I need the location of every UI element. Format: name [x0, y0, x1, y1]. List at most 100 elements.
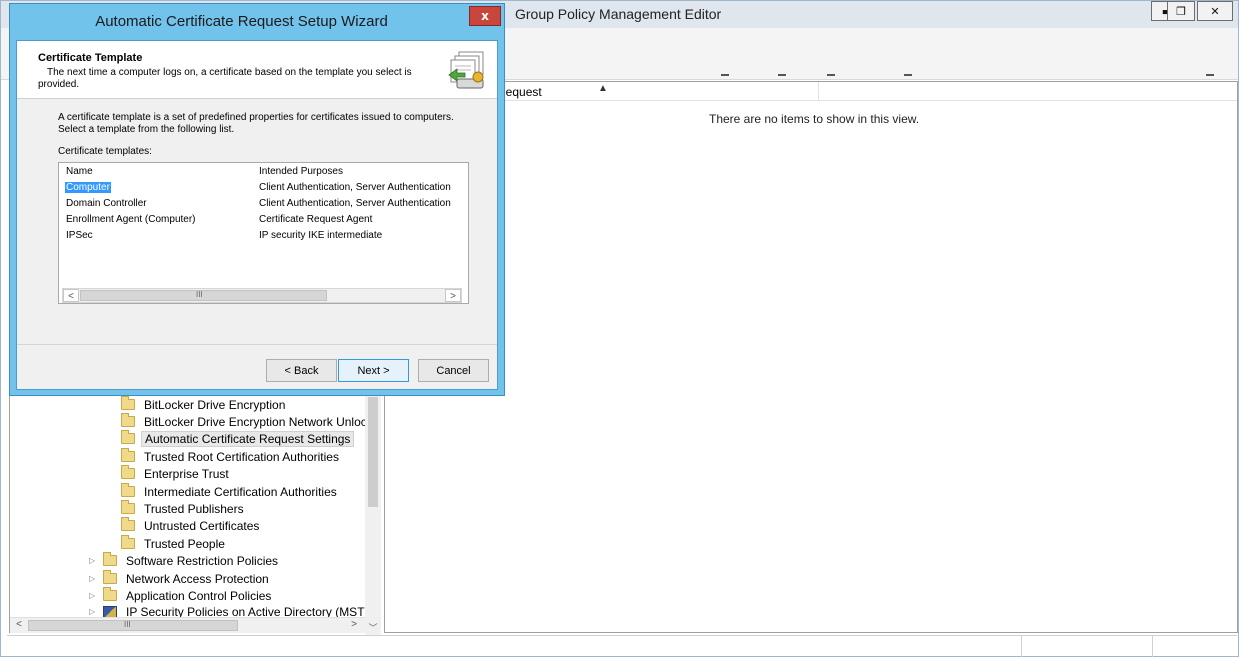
tree-item[interactable]: Trusted People [121, 535, 228, 552]
folder-icon [121, 517, 135, 531]
folder-icon [121, 396, 135, 410]
tree-item[interactable]: BitLocker Drive Encryption Network Unloc… [121, 413, 376, 430]
toolbar-separator [904, 74, 912, 76]
back-button[interactable]: < Back [266, 359, 337, 382]
ipsec-policy-icon [103, 605, 117, 618]
tree-item-label: BitLocker Drive Encryption Network Unloc… [144, 414, 373, 429]
status-divider [1152, 636, 1153, 657]
folder-icon [103, 587, 117, 601]
certificate-wizard-icon [448, 51, 484, 89]
tree-item-label: Trusted People [144, 536, 225, 551]
page-subheading: The next time a computer logs on, a cert… [38, 67, 438, 91]
tree-item[interactable]: ▷ Application Control Policies [89, 587, 274, 604]
templates-caption: Certificate templates: [58, 146, 152, 157]
close-button[interactable]: ✕ [1197, 1, 1233, 21]
status-divider [1021, 636, 1022, 657]
folder-icon [121, 413, 135, 427]
wizard-body: Certificate Template The next time a com… [16, 40, 498, 390]
certificate-request-wizard: Automatic Certificate Request Setup Wiza… [9, 3, 505, 396]
list-header: Request ▲ [385, 82, 1237, 101]
wizard-header: Certificate Template The next time a com… [17, 41, 497, 99]
tree-horizontal-scrollbar[interactable]: < III > [10, 617, 365, 633]
expand-arrow-icon[interactable]: ▷ [89, 591, 101, 600]
dialog-title: Automatic Certificate Request Setup Wiza… [95, 13, 388, 30]
sort-ascending-icon: ▲ [598, 83, 608, 94]
folder-icon [121, 500, 135, 514]
template-purposes: Certificate Request Agent [259, 214, 373, 225]
tree-item-label: Intermediate Certification Authorities [144, 484, 337, 499]
tree-item-label: Trusted Root Certification Authorities [144, 449, 339, 464]
page-heading: Certificate Template [38, 52, 143, 64]
subheading-line: provided. [38, 79, 80, 90]
status-bar [7, 635, 1237, 657]
folder-icon [121, 535, 135, 549]
toolbar-separator [778, 74, 786, 76]
scrollbar-grip: III [196, 290, 203, 299]
list-header-row: Name Intended Purposes [59, 165, 459, 179]
tree-item-label: Application Control Policies [126, 588, 272, 603]
template-purposes: Client Authentication, Server Authentica… [259, 182, 451, 193]
tree-item-label: Network Access Protection [126, 571, 269, 586]
tree-vertical-scrollbar[interactable]: ﹀ [365, 395, 381, 635]
template-purposes: Client Authentication, Server Authentica… [259, 198, 451, 209]
toolbar-separator [1206, 74, 1214, 76]
tree-item[interactable]: ▷ Network Access Protection [89, 570, 272, 587]
scroll-right-icon[interactable]: > [445, 289, 461, 302]
toolbar-separator [827, 74, 835, 76]
template-row[interactable]: Enrollment Agent (Computer) Certificate … [59, 213, 459, 227]
template-row[interactable]: IPSec IP security IKE intermediate [59, 229, 459, 243]
template-row-selected[interactable]: Computer Client Authentication, Server A… [59, 181, 459, 195]
folder-icon [103, 552, 117, 566]
template-name: Domain Controller [66, 198, 147, 209]
column-header-purposes[interactable]: Intended Purposes [259, 166, 459, 177]
details-pane[interactable]: Request ▲ There are no items to show in … [384, 81, 1238, 633]
scrollbar-thumb[interactable]: III [28, 620, 238, 631]
expand-arrow-icon[interactable]: ▷ [89, 574, 101, 583]
tree-item[interactable]: Enterprise Trust [121, 465, 232, 482]
column-header-name[interactable]: Name [66, 166, 93, 177]
window-title: Group Policy Management Editor [515, 6, 722, 22]
restore-button[interactable]: ❐ [1167, 1, 1195, 21]
expand-arrow-icon[interactable]: ▷ [89, 556, 101, 565]
tree-item[interactable]: Intermediate Certification Authorities [121, 483, 340, 500]
template-name: IPSec [66, 230, 93, 241]
scroll-left-icon[interactable]: < [11, 619, 27, 632]
tree-item-label: Enterprise Trust [144, 466, 229, 481]
button-separator [17, 344, 497, 345]
folder-icon [121, 430, 135, 444]
tree-item[interactable]: BitLocker Drive Encryption [121, 396, 288, 413]
cancel-button[interactable]: Cancel [418, 359, 489, 382]
tree-item-label: Software Restriction Policies [126, 553, 279, 568]
scrollbar-thumb[interactable]: III [80, 290, 327, 301]
tree-item-label: BitLocker Drive Encryption [144, 397, 286, 412]
tree-item[interactable]: Trusted Publishers [121, 500, 247, 517]
subheading-line: The next time a computer logs on, a cert… [47, 67, 412, 78]
page-description: A certificate template is a set of prede… [58, 112, 454, 135]
tree-item[interactable]: Untrusted Certificates [121, 517, 262, 534]
tree-item-label: Untrusted Certificates [144, 518, 260, 533]
next-button[interactable]: Next > [338, 359, 409, 382]
tree-item-label: Trusted Publishers [144, 501, 244, 516]
tree-item-selected[interactable]: Automatic Certificate Request Settings [121, 430, 355, 447]
tree-item-label: Automatic Certificate Request Settings [141, 430, 355, 447]
scroll-right-icon[interactable]: > [346, 619, 362, 632]
scroll-left-icon[interactable]: < [63, 289, 79, 302]
template-row[interactable]: Domain Controller Client Authentication,… [59, 197, 459, 211]
expand-arrow-icon[interactable]: ▷ [89, 607, 101, 616]
folder-icon [121, 448, 135, 462]
scroll-down-icon[interactable]: ﹀ [368, 621, 378, 635]
column-divider[interactable] [818, 82, 819, 101]
template-name: Enrollment Agent (Computer) [66, 214, 196, 225]
folder-icon [103, 570, 117, 584]
template-name: Computer [65, 182, 111, 193]
tree-item[interactable]: ▷ Software Restriction Policies [89, 552, 281, 569]
scrollbar-grip: III [124, 620, 131, 629]
dialog-close-button[interactable]: x [469, 6, 501, 26]
templates-horizontal-scrollbar[interactable]: < III > [62, 288, 462, 303]
scrollbar-thumb[interactable] [368, 397, 378, 507]
certificate-templates-list[interactable]: Name Intended Purposes Computer Client A… [58, 162, 469, 304]
tree-item[interactable]: Trusted Root Certification Authorities [121, 448, 342, 465]
folder-icon [121, 465, 135, 479]
empty-view-message: There are no items to show in this view. [709, 112, 920, 126]
toolbar-separator [721, 74, 729, 76]
